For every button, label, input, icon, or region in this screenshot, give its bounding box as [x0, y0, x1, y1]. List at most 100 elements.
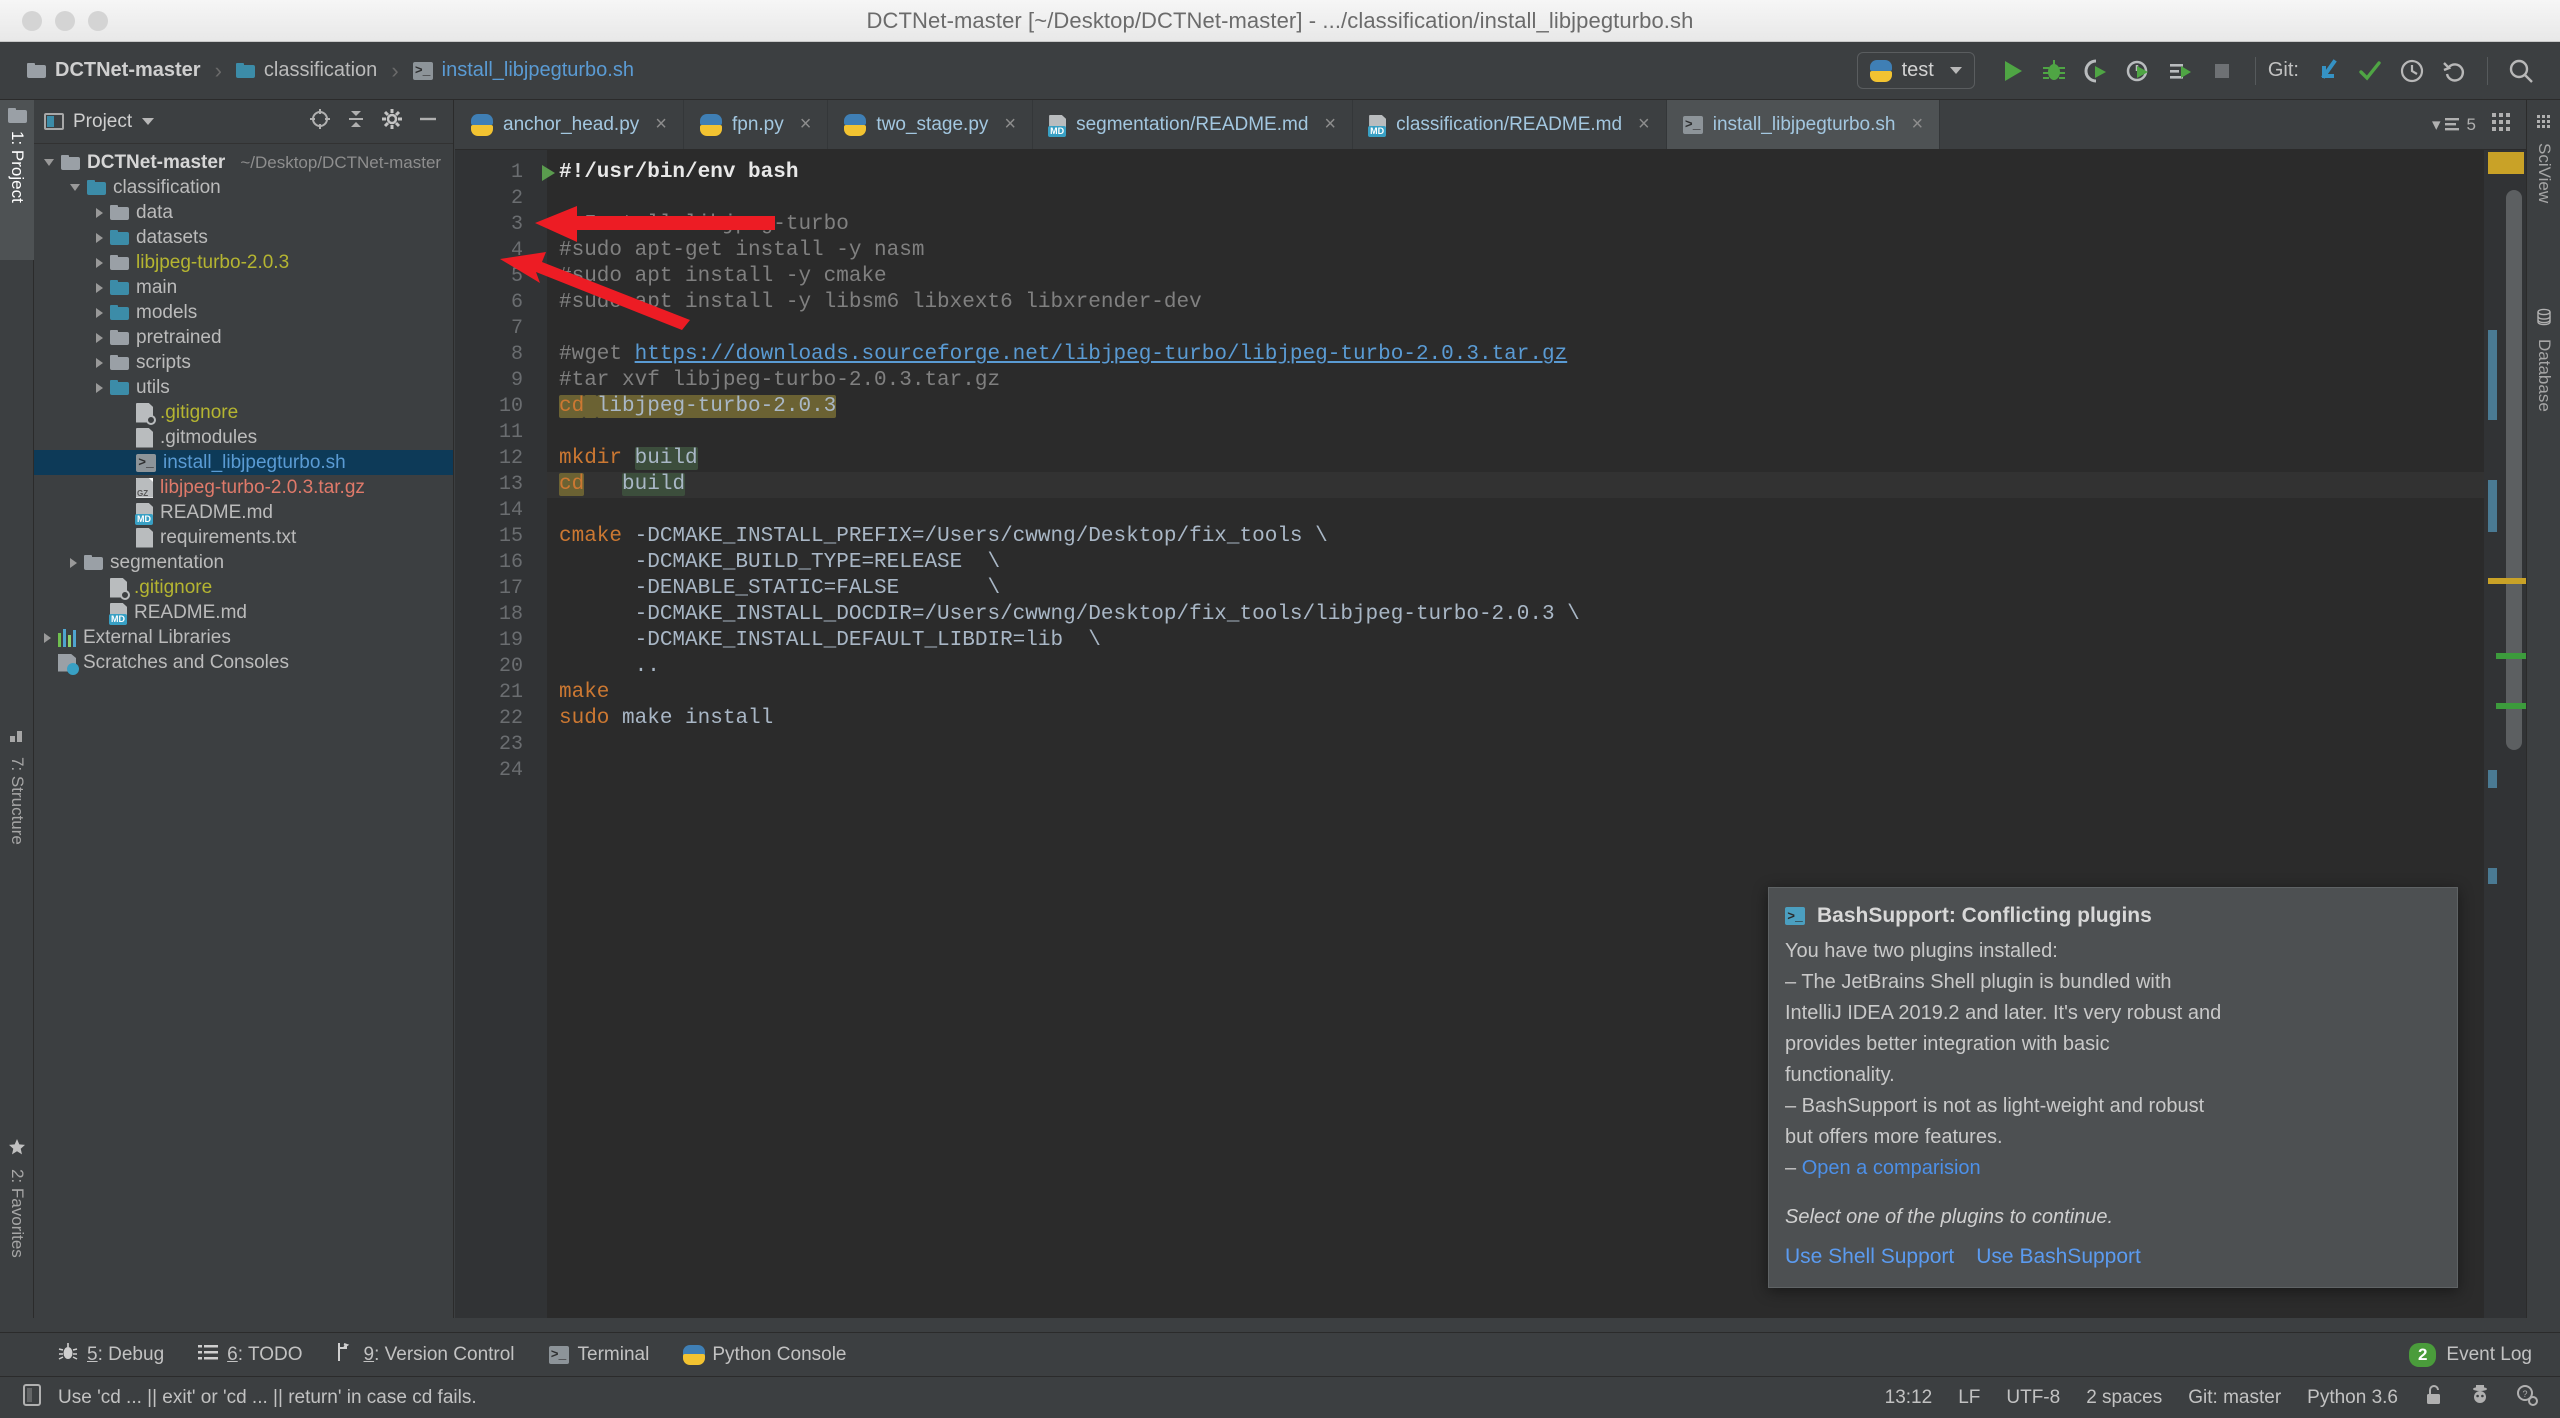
code-line[interactable]: make: [547, 680, 2526, 706]
sidebar-item-database[interactable]: Database: [2527, 300, 2560, 480]
tree-node-readme-md[interactable]: MD README.md: [34, 500, 453, 525]
inspector-icon[interactable]: [2470, 1383, 2490, 1413]
close-icon[interactable]: ×: [1911, 113, 1923, 136]
rollback-button[interactable]: [2433, 50, 2475, 92]
tree-node--gitignore[interactable]: .gitignore: [34, 575, 453, 600]
update-project-button[interactable]: [2307, 50, 2349, 92]
breadcrumb-item-classification[interactable]: classification: [231, 56, 382, 85]
editor-tab-two-stage-py[interactable]: two_stage.py ×: [828, 100, 1034, 149]
tool-button-python-console[interactable]: Python Console: [683, 1344, 847, 1366]
code-line[interactable]: [547, 732, 2526, 758]
commit-button[interactable]: [2349, 50, 2391, 92]
editor-tab-bar[interactable]: anchor_head.py × fpn.py × two_stage.py × MD seg…: [455, 100, 2526, 150]
code-line[interactable]: ..: [547, 654, 2526, 680]
tree-node-models[interactable]: models: [34, 300, 453, 325]
tree-node-scripts[interactable]: scripts: [34, 350, 453, 375]
tree-node-libjpeg-turbo-2-0-3[interactable]: libjpeg-turbo-2.0.3: [34, 250, 453, 275]
tree-node-dctnet-master[interactable]: DCTNet-master ~/Desktop/DCTNet-master: [34, 150, 453, 175]
tree-node-data[interactable]: data: [34, 200, 453, 225]
sidebar-item-project[interactable]: 1: Project: [0, 100, 34, 260]
code-line[interactable]: -DCMAKE_BUILD_TYPE=RELEASE \: [547, 550, 2526, 576]
inspection-status-indicator[interactable]: [2488, 152, 2524, 174]
tree-node-libjpeg-turbo-2-0-3-tar-gz[interactable]: GZ libjpeg-turbo-2.0.3.tar.gz: [34, 475, 453, 500]
notification-popup[interactable]: >_ BashSupport: Conflicting plugins You …: [1768, 887, 2458, 1288]
twisty-open-icon[interactable]: [44, 159, 54, 166]
collapse-all-icon[interactable]: [345, 108, 367, 135]
open-comparision-link[interactable]: Open a comparision: [1802, 1157, 1981, 1179]
code-line[interactable]: [547, 420, 2526, 446]
close-icon[interactable]: ×: [1324, 113, 1336, 136]
chevron-down-icon[interactable]: [142, 118, 155, 125]
code-line[interactable]: #sudo apt install -y cmake: [547, 264, 2526, 290]
search-everywhere-button[interactable]: [2500, 50, 2542, 92]
twisty-closed-icon[interactable]: [96, 257, 103, 268]
twisty-closed-icon[interactable]: [70, 557, 77, 568]
code-line[interactable]: mkdir build: [547, 446, 2526, 472]
settings-gear-icon[interactable]: [381, 108, 403, 135]
tool-button-terminal[interactable]: >_ Terminal: [548, 1344, 649, 1366]
code-line[interactable]: [547, 186, 2526, 212]
event-log-button[interactable]: 2 Event Log: [2408, 1342, 2532, 1367]
twisty-closed-icon[interactable]: [44, 632, 51, 643]
tree-node-install-libjpegturbo-sh[interactable]: >_ install_libjpegturbo.sh: [34, 450, 453, 475]
twisty-closed-icon[interactable]: [96, 232, 103, 243]
close-icon[interactable]: ×: [800, 113, 812, 136]
code-line[interactable]: -DCMAKE_INSTALL_DEFAULT_LIBDIR=lib \: [547, 628, 2526, 654]
close-icon[interactable]: ×: [1638, 113, 1650, 136]
tool-button-version-control[interactable]: 9: Version Control: [336, 1342, 515, 1368]
editor-tab-anchor-head-py[interactable]: anchor_head.py ×: [455, 100, 684, 149]
tree-node-datasets[interactable]: datasets: [34, 225, 453, 250]
tree-node-segmentation[interactable]: segmentation: [34, 550, 453, 575]
tree-node--gitignore[interactable]: .gitignore: [34, 400, 453, 425]
code-line[interactable]: cd build: [547, 472, 2526, 498]
line-separator[interactable]: LF: [1958, 1387, 1980, 1409]
code-line[interactable]: #tar xvf libjpeg-turbo-2.0.3.tar.gz: [547, 368, 2526, 394]
code-line[interactable]: sudo make install: [547, 706, 2526, 732]
use-bashsupport-link[interactable]: Use BashSupport: [1976, 1245, 2141, 1269]
tool-button-todo[interactable]: 6: TODO: [198, 1343, 302, 1367]
tool-button-debug[interactable]: 5: Debug: [58, 1342, 164, 1368]
code-line[interactable]: #sudo apt install -y libsm6 libxext6 lib…: [547, 290, 2526, 316]
profile-button[interactable]: [2117, 50, 2159, 92]
tab-overflow-button[interactable]: ▾ 5: [2432, 115, 2476, 135]
tree-node-external-libraries[interactable]: External Libraries: [34, 625, 453, 650]
run-with-coverage-button[interactable]: [2075, 50, 2117, 92]
twisty-closed-icon[interactable]: [96, 382, 103, 393]
twisty-open-icon[interactable]: [70, 184, 80, 191]
use-shell-support-link[interactable]: Use Shell Support: [1785, 1245, 1954, 1269]
twisty-closed-icon[interactable]: [96, 207, 103, 218]
code-line[interactable]: -DENABLE_STATIC=FALSE \: [547, 576, 2526, 602]
sidebar-item-structure[interactable]: 7: Structure: [0, 720, 34, 870]
tree-node-pretrained[interactable]: pretrained: [34, 325, 453, 350]
breadcrumb-item-project[interactable]: DCTNet-master: [22, 56, 206, 85]
twisty-closed-icon[interactable]: [96, 282, 103, 293]
caret-position[interactable]: 13:12: [1885, 1387, 1933, 1409]
tree-node-requirements-txt[interactable]: requirements.txt: [34, 525, 453, 550]
editor-tab-segmentation-readme-md[interactable]: MD segmentation/README.md ×: [1033, 100, 1354, 149]
code-line[interactable]: # Install libjpeg-turbo: [547, 212, 2526, 238]
editor-tab-classification-readme-md[interactable]: MD classification/README.md ×: [1353, 100, 1667, 149]
git-branch[interactable]: Git: master: [2188, 1387, 2281, 1409]
code-line[interactable]: #wget https://downloads.sourceforge.net/…: [547, 342, 2526, 368]
history-button[interactable]: [2391, 50, 2433, 92]
code-line[interactable]: [547, 316, 2526, 342]
code-line[interactable]: #!/usr/bin/env bash: [547, 160, 2526, 186]
editor-tab-fpn-py[interactable]: fpn.py ×: [684, 100, 829, 149]
sidebar-item-favorites[interactable]: 2: Favorites: [0, 1130, 34, 1290]
code-line[interactable]: cmake -DCMAKE_INSTALL_PREFIX=/Users/cwwn…: [547, 524, 2526, 550]
file-encoding[interactable]: UTF-8: [2006, 1387, 2060, 1409]
twisty-closed-icon[interactable]: [96, 332, 103, 343]
project-tree[interactable]: DCTNet-master ~/Desktop/DCTNet-master clas…: [34, 144, 453, 675]
code-line[interactable]: -DCMAKE_INSTALL_DOCDIR=/Users/cwwng/Desk…: [547, 602, 2526, 628]
breadcrumb-item-file[interactable]: >_ install_libjpegturbo.sh: [408, 56, 639, 85]
sidebar-item-sciview[interactable]: SciView: [2527, 106, 2560, 271]
editor-scrollbar-thumb[interactable]: [2506, 190, 2522, 750]
tree-node-main[interactable]: main: [34, 275, 453, 300]
tree-node-classification[interactable]: classification: [34, 175, 453, 200]
event-settings-icon[interactable]: ?: [2516, 1383, 2538, 1413]
twisty-closed-icon[interactable]: [96, 307, 103, 318]
code-line[interactable]: [547, 498, 2526, 524]
grid-icon[interactable]: [2490, 111, 2512, 138]
tree-node-utils[interactable]: utils: [34, 375, 453, 400]
code-line[interactable]: cd libjpeg-turbo-2.0.3: [547, 394, 2526, 420]
